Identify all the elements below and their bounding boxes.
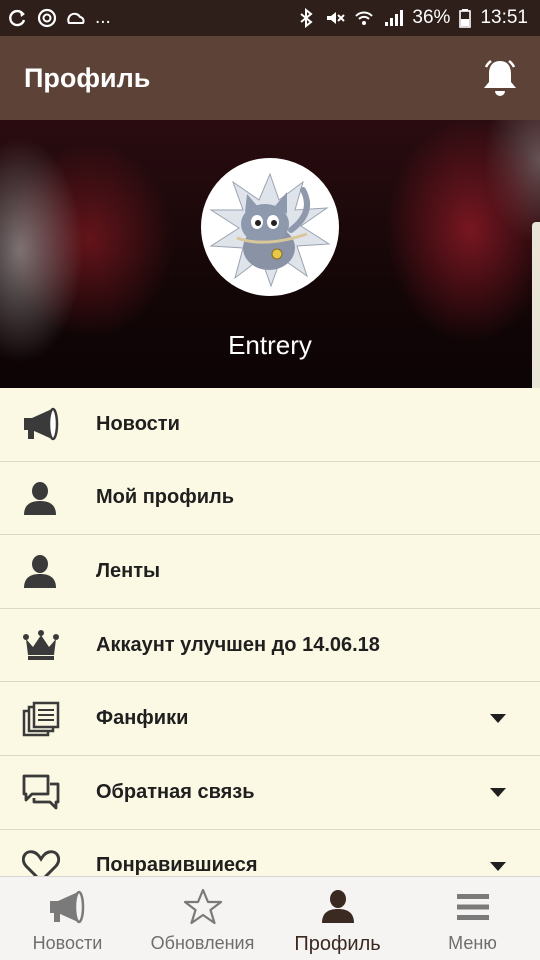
menu-item-fanfics[interactable]: Фанфики — [0, 682, 540, 756]
battery-percent: 36% — [412, 7, 451, 28]
chevron-down-icon[interactable] — [490, 861, 506, 871]
menu-item-account-upgrade[interactable]: Аккаунт улучшен до 14.06.18 — [0, 608, 540, 683]
star-icon — [183, 887, 223, 927]
nav-label: Обновления — [150, 933, 255, 953]
avatar[interactable] — [201, 158, 339, 296]
nav-profile[interactable]: Профиль — [270, 877, 405, 960]
hamburger-icon — [453, 887, 493, 927]
menu-item-feeds[interactable]: Ленты — [0, 535, 540, 609]
profile-header: Entrery — [0, 120, 540, 388]
person-icon — [318, 887, 358, 927]
bell-icon — [484, 59, 516, 96]
app-notification-icon — [37, 8, 57, 28]
app-bar: Профиль — [0, 36, 540, 120]
username: Entrery — [228, 330, 312, 360]
battery-icon — [459, 9, 472, 28]
status-time: 13:51 — [480, 7, 528, 28]
chevron-down-icon[interactable] — [490, 714, 506, 724]
nav-menu[interactable]: Меню — [405, 877, 540, 960]
wifi-icon — [355, 11, 374, 25]
menu-item-feedback[interactable]: Обратная связь — [0, 755, 540, 830]
person-icon — [0, 462, 96, 535]
mute-icon — [327, 12, 346, 24]
bluetooth-icon — [300, 8, 314, 28]
megaphone-icon — [0, 388, 96, 461]
sync-icon — [9, 9, 26, 27]
menu-item-label: Обратная связь — [96, 780, 255, 803]
nav-news[interactable]: Новости — [0, 877, 135, 960]
nav-label: Новости — [32, 933, 103, 953]
status-left: ... — [8, 7, 111, 29]
menu-item-label: Аккаунт улучшен до 14.06.18 — [96, 633, 380, 656]
drawer-handle[interactable] — [532, 222, 540, 388]
bottom-navigation: Новости Обновления Профиль Меню — [0, 876, 540, 960]
signal-icon — [385, 10, 404, 26]
menu-item-label: Фанфики — [96, 707, 189, 730]
nav-label: Меню — [448, 933, 497, 953]
nav-updates[interactable]: Обновления — [135, 877, 270, 960]
chat-icon — [0, 756, 96, 829]
menu-item-label: Мой профиль — [96, 486, 235, 509]
person-icon — [0, 535, 96, 608]
menu-item-label: Новости — [96, 412, 180, 435]
page-title: Профиль — [24, 62, 151, 93]
menu-item-label: Понравившиеся — [96, 854, 258, 877]
nav-label: Профиль — [294, 933, 381, 955]
status-right: 36% 13:51 — [296, 7, 528, 29]
documents-icon — [0, 682, 96, 755]
notifications-button[interactable] — [478, 56, 522, 100]
menu-item-label: Ленты — [96, 559, 161, 582]
cloud-icon — [67, 12, 85, 24]
status-bar: ... 36% 13:51 — [0, 0, 540, 36]
status-ellipsis: ... — [95, 7, 111, 28]
profile-menu-list: Новости Мой профиль Ленты Аккаунт улучше… — [0, 388, 540, 904]
megaphone-icon — [48, 887, 88, 927]
menu-item-news[interactable]: Новости — [0, 388, 540, 462]
chevron-down-icon[interactable] — [490, 787, 506, 797]
crown-icon — [0, 609, 96, 682]
menu-item-my-profile[interactable]: Мой профиль — [0, 461, 540, 536]
cat-avatar-image — [203, 160, 337, 294]
